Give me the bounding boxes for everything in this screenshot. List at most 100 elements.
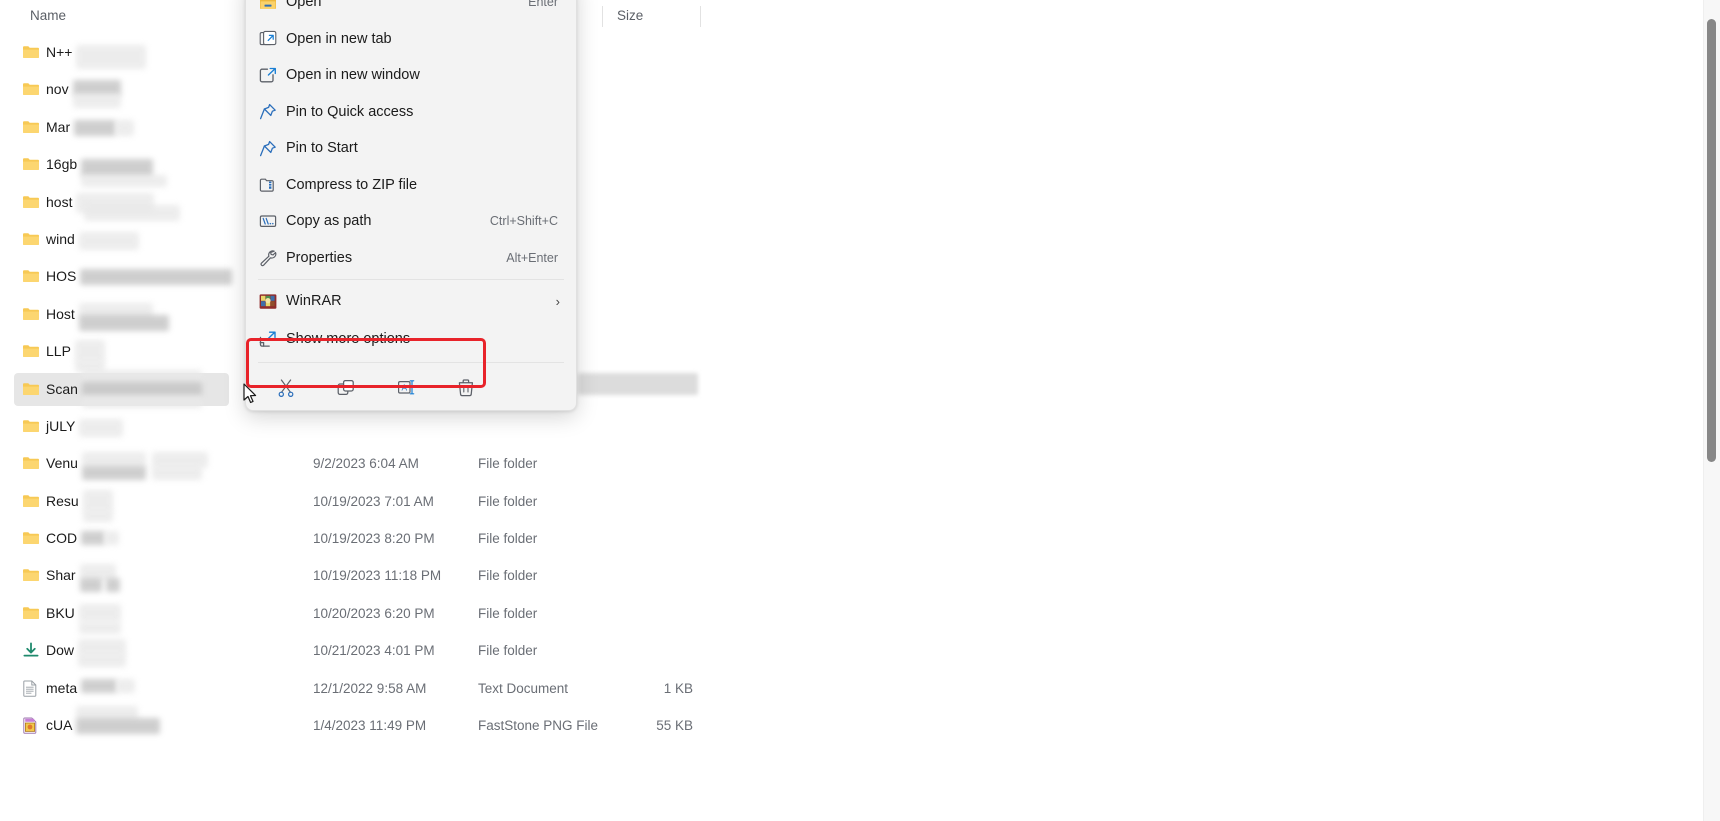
redaction-block [75,340,105,363]
file-row[interactable]: Dow 10/21/2023 4:01 PM File folder [0,632,1690,669]
folder-icon [22,418,40,434]
new-tab-icon [250,30,286,47]
menu-item-pin-to-start[interactable]: Pin to Start [250,130,572,167]
context-menu-items: Open Enter Open in new tab Open in new wind… [246,0,576,410]
date-modified: 10/19/2023 8:20 PM [313,531,435,547]
redaction-block [152,466,202,481]
menu-item-shortcut: Enter [528,0,558,10]
menu-item-label: Open [286,0,322,11]
file-name: Resu [46,492,79,509]
menu-item-open[interactable]: Open Enter [250,0,572,21]
file-name: Mar [46,118,71,135]
download-icon [22,642,40,658]
file-name: 16gb [46,156,78,173]
folder-icon [22,381,40,397]
pin-icon [250,140,286,157]
menu-item-properties[interactable]: Properties Alt+Enter [250,240,572,277]
menu-item-open-in-new-tab[interactable]: Open in new tab [250,21,572,58]
date-modified: 10/19/2023 7:01 AM [313,493,434,509]
file-name: cUA [46,717,73,734]
chevron-right-icon: › [555,293,560,309]
file-row[interactable]: cUA 1/4/2023 11:49 PM FastStone PNG File 55… [0,706,1690,744]
redaction-block [76,706,138,721]
file-name: Scan [46,380,78,397]
menu-item-winrar[interactable]: WinRAR › [250,283,572,320]
folder-icon [22,194,40,210]
column-header-name[interactable]: Name [30,0,66,32]
open-folder-icon [250,0,286,10]
menu-item-label: WinRAR [286,293,342,310]
menu-item-show-more-options[interactable]: Show more options [250,320,572,359]
menu-item-pin-to-quick-access[interactable]: Pin to Quick access [250,94,572,131]
redaction-block [79,418,123,437]
redaction-block [79,314,169,331]
redaction-block [79,302,153,319]
delete-icon[interactable] [436,370,496,406]
new-window-icon [250,67,286,84]
file-row[interactable]: jULY [0,408,1690,445]
file-type: File folder [478,493,538,509]
file-name: Shar [46,567,76,584]
menu-item-shortcut: Ctrl+Shift+C [489,214,558,229]
vertical-scrollbar-track[interactable] [1703,0,1720,821]
folder-icon [22,455,40,471]
redaction-block [81,159,153,178]
mouse-cursor [243,383,257,404]
menu-item-copy-as-path[interactable]: Copy as path Ctrl+Shift+C [250,203,572,240]
folder-icon [22,156,40,172]
redaction-block [81,678,117,693]
column-divider[interactable] [602,6,603,27]
redaction-block [78,653,126,668]
context-menu: Open Enter Open in new tab Open in new wind… [245,0,577,411]
file-row[interactable]: Venu 9/2/2023 6:04 AM File folder [0,445,1690,482]
file-row[interactable]: BKU 10/20/2023 6:20 PM File folder [0,595,1690,634]
file-type: File folder [478,605,538,621]
redaction-block [81,531,105,546]
file-type: File folder [478,568,538,584]
date-modified: 9/2/2023 6:04 AM [313,456,419,472]
date-modified: 10/20/2023 6:20 PM [313,605,435,621]
file-name: Dow [46,642,75,659]
file-name: BKU [46,604,75,621]
redaction-block [82,466,146,481]
file-type: Text Document [478,680,569,696]
file-row[interactable]: COD 10/19/2023 8:20 PM File folder [0,520,1690,557]
file-row[interactable]: meta 12/1/2022 9:58 AM Text Document 1 KB [0,670,1690,707]
rename-icon[interactable]: A [376,370,436,406]
redaction-block [117,678,135,693]
redaction-block [80,564,116,581]
menu-item-compress-to-zip-file[interactable]: Compress to ZIP file [250,167,572,204]
menu-item-label: Properties [286,249,353,266]
folder-icon [22,605,40,621]
folder-icon [22,268,40,284]
menu-item-label: Pin to Quick access [286,103,414,120]
cut-icon[interactable] [256,370,316,406]
menu-item-label: Open in new window [286,67,420,84]
svg-text:A: A [401,383,407,393]
redaction-block [73,80,121,97]
folder-icon [22,306,40,322]
menu-divider [258,361,564,363]
redaction-block [82,452,146,469]
copy-icon[interactable] [316,370,376,406]
folder-icon [22,231,40,247]
folder-icon [22,44,40,60]
file-row[interactable]: Shar 10/19/2023 11:18 PM File folder [0,557,1690,594]
redaction-block [80,269,232,286]
menu-item-label: Pin to Start [286,140,358,157]
redaction-block [116,119,134,136]
date-modified: 10/21/2023 4:01 PM [313,643,435,659]
menu-item-open-in-new-window[interactable]: Open in new window [250,57,572,94]
column-header-size[interactable]: Size [617,0,643,32]
redaction-block [106,578,120,593]
copy-path-icon [250,213,286,229]
redaction-block [105,531,119,546]
file-name: meta [46,679,78,696]
file-name: jULY [46,417,76,434]
redaction-block [79,231,139,250]
vertical-scrollbar-thumb[interactable] [1707,19,1716,462]
file-row[interactable]: Resu 10/19/2023 7:01 AM File folder [0,483,1690,522]
folder-icon [22,119,40,135]
file-name: wind [46,230,75,247]
column-divider[interactable] [700,6,701,27]
